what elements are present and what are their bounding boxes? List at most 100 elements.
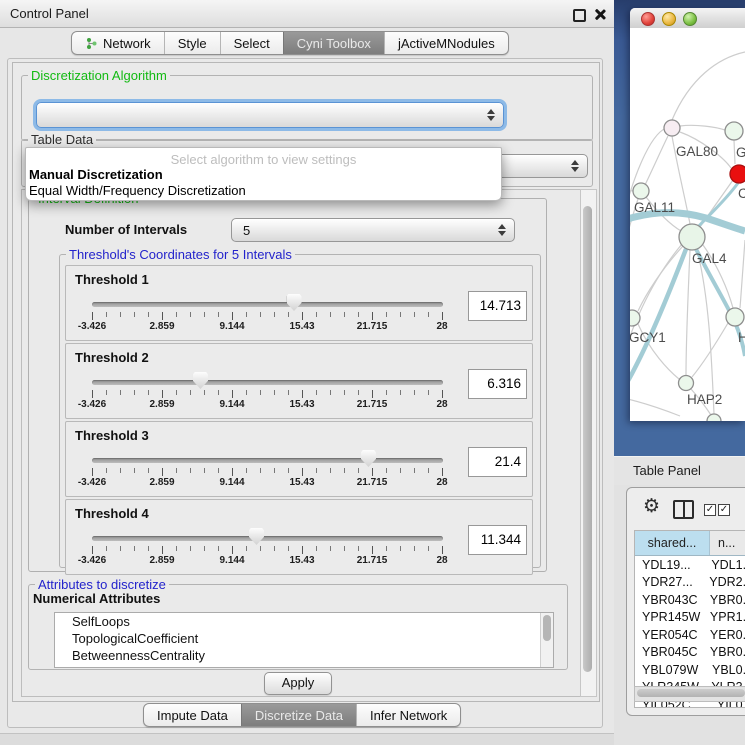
group-title: Table Data bbox=[28, 132, 96, 147]
numerical-attributes-list[interactable]: SelfLoopsTopologicalCoefficientBetweenne… bbox=[54, 612, 554, 668]
tab-impute-data[interactable]: Impute Data bbox=[144, 704, 241, 726]
threshold-label: Threshold 3 bbox=[75, 428, 149, 443]
threshold-value-field[interactable]: 14.713 bbox=[468, 291, 527, 321]
slider-thumb[interactable] bbox=[361, 450, 376, 467]
tick-label: -3.426 bbox=[78, 399, 106, 410]
checkbox-icon[interactable]: ✓ bbox=[718, 504, 730, 516]
node-label: H bbox=[738, 330, 745, 345]
table-cell: YDL19... bbox=[635, 556, 703, 574]
tick-label: 9.144 bbox=[219, 477, 244, 488]
column-selector-icon[interactable] bbox=[673, 500, 694, 519]
table-horizontal-scrollbar[interactable] bbox=[634, 686, 745, 702]
group-title: Discretization Algorithm bbox=[28, 68, 170, 83]
threshold-value-field[interactable]: 11.344 bbox=[468, 525, 527, 555]
attribute-item[interactable]: TopologicalCoefficient bbox=[55, 630, 553, 647]
network-canvas[interactable]: GAL80 G C GAL11 GAL4 GCY1 H HAP2 bbox=[630, 28, 745, 421]
table-header-row: shared...n... bbox=[635, 531, 745, 556]
slider-major-ticks bbox=[92, 312, 444, 320]
control-panel-window: Control Panel Network Style Select Cyni Too… bbox=[0, 0, 615, 734]
mac-minimize-button[interactable] bbox=[662, 12, 676, 26]
threshold-value-field[interactable]: 21.4 bbox=[468, 447, 527, 477]
tab-select[interactable]: Select bbox=[220, 32, 283, 54]
float-window-icon[interactable] bbox=[573, 9, 586, 22]
tick-label: -3.426 bbox=[78, 321, 106, 332]
checkbox-icon[interactable]: ✓ bbox=[704, 504, 716, 516]
number-of-intervals-combobox[interactable]: 5 bbox=[231, 218, 515, 242]
slider-track[interactable] bbox=[92, 536, 443, 541]
table-cell: YBR043C bbox=[635, 591, 702, 609]
table-row[interactable]: YDR27...YDR2... bbox=[635, 574, 745, 592]
panel-title: Control Panel bbox=[10, 0, 89, 27]
tick-label: 21.715 bbox=[357, 321, 388, 332]
slider-major-ticks bbox=[92, 390, 444, 398]
tab-cyni-toolbox[interactable]: Cyni Toolbox bbox=[283, 32, 384, 54]
node-label: GAL80 bbox=[676, 144, 718, 159]
table-cell: YER054C bbox=[635, 626, 702, 644]
dropdown-option-manual[interactable]: Manual Discretization bbox=[29, 167, 163, 182]
table-row[interactable]: YBL079WYBL0... bbox=[635, 661, 745, 679]
settings-scrollpane: Interval Definition Number of Intervals … bbox=[21, 189, 581, 697]
table-cell: YBR0... bbox=[702, 644, 745, 662]
table-cell: YBL079W bbox=[635, 661, 704, 679]
dropdown-option-equal-width[interactable]: Equal Width/Frequency Discretization bbox=[29, 183, 246, 198]
tick-label: -3.426 bbox=[78, 555, 106, 566]
stepper-arrows-icon bbox=[487, 109, 496, 121]
tab-label: Select bbox=[234, 36, 270, 51]
table-cell: YDL1... bbox=[703, 556, 745, 574]
node-label: GAL11 bbox=[634, 200, 675, 215]
stepper-arrows-icon bbox=[571, 160, 580, 172]
slider-track[interactable] bbox=[92, 458, 443, 463]
column-header[interactable]: n... bbox=[710, 531, 745, 555]
slider-thumb[interactable] bbox=[287, 294, 302, 311]
tab-discretize-data[interactable]: Discretize Data bbox=[241, 704, 356, 726]
tick-label: 2.859 bbox=[149, 321, 174, 332]
tab-label: jActiveMNodules bbox=[398, 36, 495, 51]
tab-label: Network bbox=[103, 36, 151, 51]
tab-label: Discretize Data bbox=[255, 708, 343, 723]
threshold-stack: Threshold 1-3.4262.8599.14415.4321.71528… bbox=[65, 265, 533, 577]
mac-close-button[interactable] bbox=[641, 12, 655, 26]
attribute-item[interactable]: SelfLoops bbox=[55, 613, 553, 630]
table-cell: YBL0... bbox=[704, 661, 745, 679]
column-header[interactable]: shared... bbox=[635, 531, 710, 555]
apply-button[interactable]: Apply bbox=[264, 672, 332, 695]
table-row[interactable]: YPR145WYPR1... bbox=[635, 609, 745, 627]
slider-thumb[interactable] bbox=[193, 372, 208, 389]
tick-label: 21.715 bbox=[357, 399, 388, 410]
tick-label: 21.715 bbox=[357, 477, 388, 488]
node-label: GCY1 bbox=[630, 330, 666, 345]
slider-track[interactable] bbox=[92, 302, 443, 307]
threshold-panel: Threshold 2-3.4262.8599.14415.4321.71528… bbox=[65, 343, 533, 419]
threshold-label: Threshold 1 bbox=[75, 272, 149, 287]
network-view-window: GAL80 G C GAL11 GAL4 GCY1 H HAP2 bbox=[630, 8, 745, 421]
slider-major-ticks bbox=[92, 468, 444, 476]
gear-icon[interactable]: ⚙ bbox=[643, 495, 660, 517]
threshold-label: Threshold 4 bbox=[75, 506, 149, 521]
close-icon[interactable] bbox=[594, 8, 606, 20]
control-panel-titlebar: Control Panel bbox=[0, 0, 614, 28]
slider-track[interactable] bbox=[92, 380, 443, 385]
tab-label: Impute Data bbox=[157, 708, 228, 723]
tick-label: 2.859 bbox=[149, 477, 174, 488]
attributes-scrollbar[interactable] bbox=[540, 613, 553, 667]
slider-major-ticks bbox=[92, 546, 444, 554]
table-cell: YPR145W bbox=[635, 609, 702, 627]
tab-infer-network[interactable]: Infer Network bbox=[356, 704, 460, 726]
table-row[interactable]: YBR043CYBR0... bbox=[635, 591, 745, 609]
tab-style[interactable]: Style bbox=[164, 32, 220, 54]
mac-zoom-button[interactable] bbox=[683, 12, 697, 26]
algorithm-combobox[interactable] bbox=[36, 102, 504, 128]
tick-label: 21.715 bbox=[357, 555, 388, 566]
threshold-panel: Threshold 3-3.4262.8599.14415.4321.71528… bbox=[65, 421, 533, 497]
table-row[interactable]: YER054CYER0... bbox=[635, 626, 745, 644]
attribute-item[interactable]: BetweennessCentrality bbox=[55, 647, 553, 664]
table-row[interactable]: YDL19...YDL1... bbox=[635, 556, 745, 574]
tab-network[interactable]: Network bbox=[72, 32, 164, 54]
threshold-value-field[interactable]: 6.316 bbox=[468, 369, 527, 399]
tab-jactivemnodules[interactable]: jActiveMNodules bbox=[384, 32, 508, 54]
node-label: GAL4 bbox=[692, 251, 727, 266]
slider-thumb[interactable] bbox=[249, 528, 264, 545]
table-row[interactable]: YBR045CYBR0... bbox=[635, 644, 745, 662]
node-label: C bbox=[738, 186, 745, 201]
settings-vertical-scrollbar[interactable] bbox=[580, 189, 597, 697]
